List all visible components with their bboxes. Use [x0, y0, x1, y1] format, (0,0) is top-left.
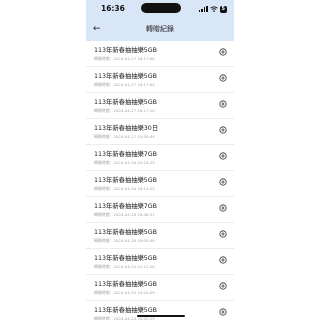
- status-bar: 16:36 5: [86, 0, 234, 18]
- add-circle-icon[interactable]: [219, 256, 227, 264]
- list-item[interactable]: 113年新春抽抽樂5GB 轉贈時間：2024-04-24 20:05:29: [86, 301, 234, 320]
- transfer-records-screen: 16:36 5 ← 轉贈紀錄 113年新春抽抽樂5GB 轉贈時間：2024-04-…: [86, 0, 234, 320]
- add-circle-icon[interactable]: [219, 308, 227, 316]
- record-time: 轉贈時間：2024-04-27 15:58:44: [94, 133, 155, 139]
- record-time: 轉贈時間：2024-04-26 20:18:25: [94, 159, 155, 165]
- add-circle-icon[interactable]: [219, 282, 227, 290]
- page-title: 轉贈紀錄: [146, 25, 174, 33]
- list-item[interactable]: 113年新春抽抽樂5GB 轉贈時間：2024-04-27 16:17:00: [86, 41, 234, 67]
- record-time: 轉贈時間：2024-04-27 16:17:00: [94, 55, 155, 61]
- add-circle-icon[interactable]: [219, 126, 227, 134]
- record-time: 轉贈時間：2024-04-27 16:17:04: [94, 81, 155, 87]
- record-title: 113年新春抽抽樂5GB: [94, 72, 158, 80]
- list-item[interactable]: 113年新春抽抽樂5GB 轉贈時間：2024-04-26 18:14:25: [86, 171, 234, 197]
- list-item[interactable]: 113年新春抽抽樂5GB 轉贈時間：2024-04-25 15:04:09: [86, 275, 234, 301]
- battery-icon: 5: [219, 5, 227, 13]
- list-item[interactable]: 113年新春抽抽樂7GB 轉贈時間：2024-04-26 20:18:25: [86, 145, 234, 171]
- record-time: 轉贈時間：2024-04-26 18:05:00: [94, 237, 155, 243]
- list-item[interactable]: 113年新春抽抽樂5GB 轉贈時間：2024-04-25 22:21:20: [86, 249, 234, 275]
- record-title: 113年新春抽抽樂30日: [94, 124, 159, 132]
- app-header: 16:36 5 ← 轉贈紀錄: [86, 0, 234, 41]
- record-time: 轉贈時間：2024-04-25 22:21:20: [94, 263, 155, 269]
- record-list: 113年新春抽抽樂5GB 轉贈時間：2024-04-27 16:17:00 113年…: [86, 41, 234, 320]
- nav-bar: ← 轉贈紀錄: [86, 19, 234, 41]
- list-item[interactable]: 113年新春抽抽樂30日 轉贈時間：2024-04-27 15:58:44: [86, 119, 234, 145]
- signal-icon: [198, 6, 208, 12]
- record-title: 113年新春抽抽樂5GB: [94, 280, 158, 288]
- record-title: 113年新春抽抽樂7GB: [94, 150, 158, 158]
- add-circle-icon[interactable]: [219, 74, 227, 82]
- record-title: 113年新春抽抽樂5GB: [94, 98, 158, 106]
- record-time: 轉贈時間：2024-04-26 18:14:25: [94, 185, 155, 191]
- add-circle-icon[interactable]: [219, 100, 227, 108]
- record-title: 113年新春抽抽樂5GB: [94, 306, 158, 314]
- list-item[interactable]: 113年新春抽抽樂5GB 轉贈時間：2024-04-27 16:17:10: [86, 93, 234, 119]
- status-icons: 5: [198, 4, 227, 14]
- add-circle-icon[interactable]: [219, 48, 227, 56]
- record-title: 113年新春抽抽樂5GB: [94, 176, 158, 184]
- record-title: 113年新春抽抽樂5GB: [94, 228, 158, 236]
- record-title: 113年新春抽抽樂5GB: [94, 46, 158, 54]
- wifi-icon: [209, 6, 218, 12]
- record-time: 轉贈時間：2024-04-25 15:04:09: [94, 289, 155, 295]
- home-indicator[interactable]: [137, 315, 185, 317]
- add-circle-icon[interactable]: [219, 152, 227, 160]
- add-circle-icon[interactable]: [219, 178, 227, 186]
- dynamic-island: [141, 3, 181, 13]
- record-title: 113年新春抽抽樂7GB: [94, 202, 158, 210]
- record-title: 113年新春抽抽樂5GB: [94, 254, 158, 262]
- list-item[interactable]: 113年新春抽抽樂7GB 轉贈時間：2024-04-26 18:06:31: [86, 197, 234, 223]
- add-circle-icon[interactable]: [219, 204, 227, 212]
- record-time: 轉贈時間：2024-04-26 18:06:31: [94, 211, 155, 217]
- record-time: 轉贈時間：2024-04-27 16:17:10: [94, 107, 155, 113]
- list-item[interactable]: 113年新春抽抽樂5GB 轉贈時間：2024-04-26 18:05:00: [86, 223, 234, 249]
- status-time: 16:36: [101, 4, 125, 13]
- add-circle-icon[interactable]: [219, 230, 227, 238]
- list-item[interactable]: 113年新春抽抽樂5GB 轉贈時間：2024-04-27 16:17:04: [86, 67, 234, 93]
